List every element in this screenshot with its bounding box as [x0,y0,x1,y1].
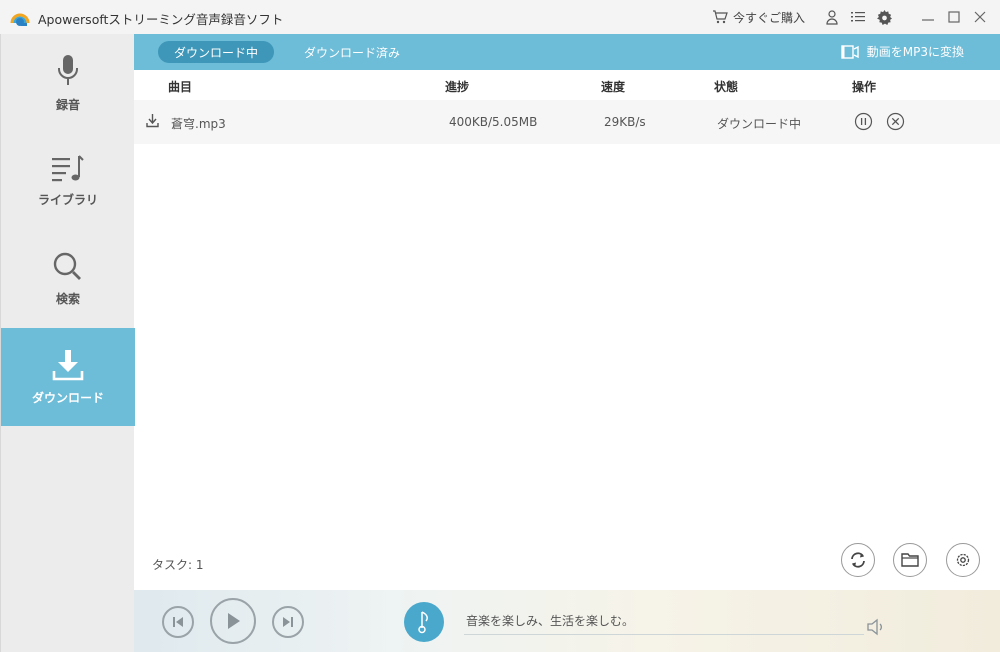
task-count: タスク: 1 [152,558,204,572]
search-icon [53,252,81,280]
next-track-button[interactable] [272,606,304,638]
now-playing-text: 音楽を楽しみ、生活を楽しむ。 [466,614,635,628]
refresh-button[interactable] [841,543,875,577]
minimize-button[interactable] [918,9,938,25]
play-button[interactable] [210,598,256,644]
tab-bar: ダウンロード中 ダウンロード済み 動画をMP3に変換 [134,34,1000,70]
row-progress: 400KB/5.05MB [449,115,538,129]
video-convert-icon [841,44,859,59]
tab-downloaded[interactable]: ダウンロード済み [288,41,416,63]
music-list-icon [52,154,84,181]
column-header-status: 状態 [714,80,739,94]
column-header-title: 曲目 [168,80,193,94]
sidebar-item-label: 検索 [55,291,80,306]
settings-gear-icon [956,553,970,567]
user-icon[interactable] [824,9,840,25]
close-button[interactable] [970,9,990,25]
cart-icon [712,10,728,24]
row-title: 蒼穹.mp3 [171,117,226,131]
download-status-icon [146,114,159,128]
player-bar: 音楽を楽しみ、生活を楽しむ。 [134,590,1000,652]
app-logo-icon [10,13,30,26]
refresh-icon [851,552,865,568]
sidebar-item-label: 録音 [55,97,80,112]
menu-list-icon[interactable] [850,9,866,25]
playback-progress[interactable] [464,634,864,635]
album-art-placeholder [404,602,444,642]
sidebar-item-download[interactable]: ダウンロード [1,328,135,426]
sidebar-item-label: ライブラリ [37,192,98,207]
cancel-icon[interactable] [886,112,905,131]
column-header-progress: 進捗 [445,80,470,94]
convert-label: 動画をMP3に変換 [866,45,964,59]
download-icon [52,349,84,380]
microphone-icon [58,54,78,85]
table-row[interactable]: 蒼穹.mp3 400KB/5.05MB 29KB/s ダウンロード中 [134,100,1000,144]
convert-to-mp3-button[interactable]: 動画をMP3に変換 [841,43,964,60]
column-header-speed: 速度 [601,80,626,94]
play-icon [228,613,240,629]
volume-icon[interactable] [866,618,886,636]
sidebar-item-search[interactable]: 検索 [1,230,135,328]
sidebar-item-library[interactable]: ライブラリ [1,132,135,230]
app-title: Apowersoftストリーミング音声録音ソフト [38,12,284,27]
sidebar: 録音 ライブラリ 検索 ダウンロード [0,34,135,652]
next-icon [283,617,293,627]
table-header: 曲目 進捗 速度 状態 操作 [134,70,1000,100]
pause-icon[interactable] [854,112,873,131]
tab-downloading[interactable]: ダウンロード中 [158,41,275,63]
title-bar: Apowersoftストリーミング音声録音ソフト 今すぐご購入 [0,0,1000,34]
buy-now-link[interactable]: 今すぐご購入 [712,9,805,26]
settings-gear-icon[interactable] [876,9,892,25]
maximize-button[interactable] [944,9,964,25]
buy-now-label: 今すぐご購入 [732,10,805,25]
folder-icon [901,553,919,567]
previous-track-button[interactable] [162,606,194,638]
row-speed: 29KB/s [604,115,646,129]
music-note-icon [418,611,428,634]
sidebar-item-label: ダウンロード [31,390,104,405]
download-settings-button[interactable] [946,543,980,577]
row-status: ダウンロード中 [717,117,802,131]
column-header-actions: 操作 [852,80,877,94]
previous-icon [173,617,183,627]
open-folder-button[interactable] [893,543,927,577]
sidebar-item-record[interactable]: 録音 [1,34,135,132]
